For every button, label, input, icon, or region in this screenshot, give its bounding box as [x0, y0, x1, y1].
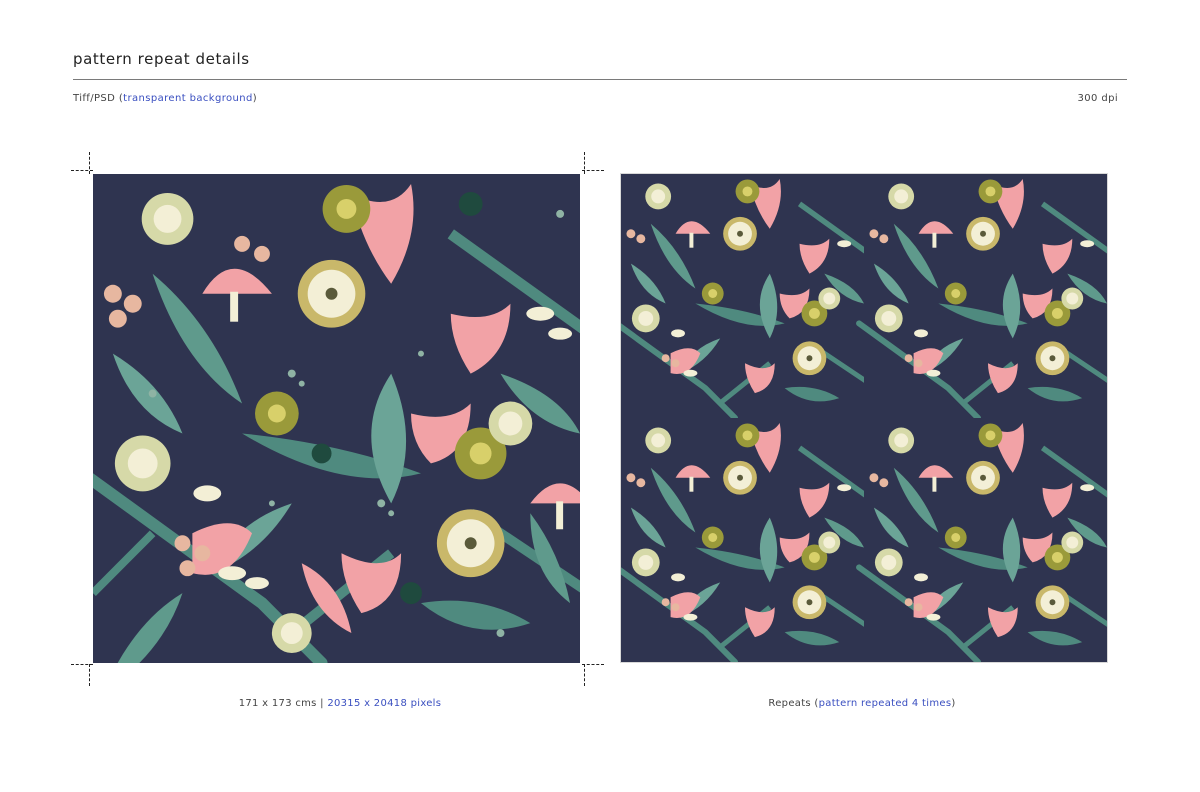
- crop-mark: [582, 664, 604, 665]
- crop-mark: [582, 170, 604, 171]
- file-format-highlight: transparent background: [123, 93, 253, 104]
- crop-mark: [584, 664, 585, 686]
- file-format-close: ): [252, 93, 258, 104]
- pattern-repeat-preview: [621, 174, 1107, 662]
- crop-mark: [584, 152, 585, 174]
- pattern-tile-single: [93, 174, 580, 663]
- single-tile-caption: 171 x 173 cms | 20315 x 20418 pixels: [90, 698, 590, 709]
- floral-pattern-image: [93, 174, 580, 663]
- file-format-label: Tiff/PSD (: [73, 93, 124, 104]
- crop-mark: [89, 152, 90, 174]
- repeat-caption: Repeats (pattern repeated 4 times): [612, 698, 1112, 709]
- repeat-caption-label: Repeats (: [768, 698, 819, 709]
- floral-pattern-repeat-image: [621, 174, 1107, 662]
- repeat-caption-close: ): [951, 698, 956, 709]
- resolution-label: 300 dpi: [1077, 93, 1118, 104]
- header-rule: [73, 79, 1127, 80]
- tile-size-pixels: 20315 x 20418 pixels: [327, 698, 442, 709]
- crop-mark: [89, 664, 90, 686]
- repeat-caption-highlight: pattern repeated 4 times: [818, 698, 952, 709]
- page-title: pattern repeat details: [73, 50, 250, 68]
- file-format-info: Tiff/PSD (transparent background): [73, 93, 257, 104]
- tile-size-cms: 171 x 173 cms |: [238, 698, 324, 709]
